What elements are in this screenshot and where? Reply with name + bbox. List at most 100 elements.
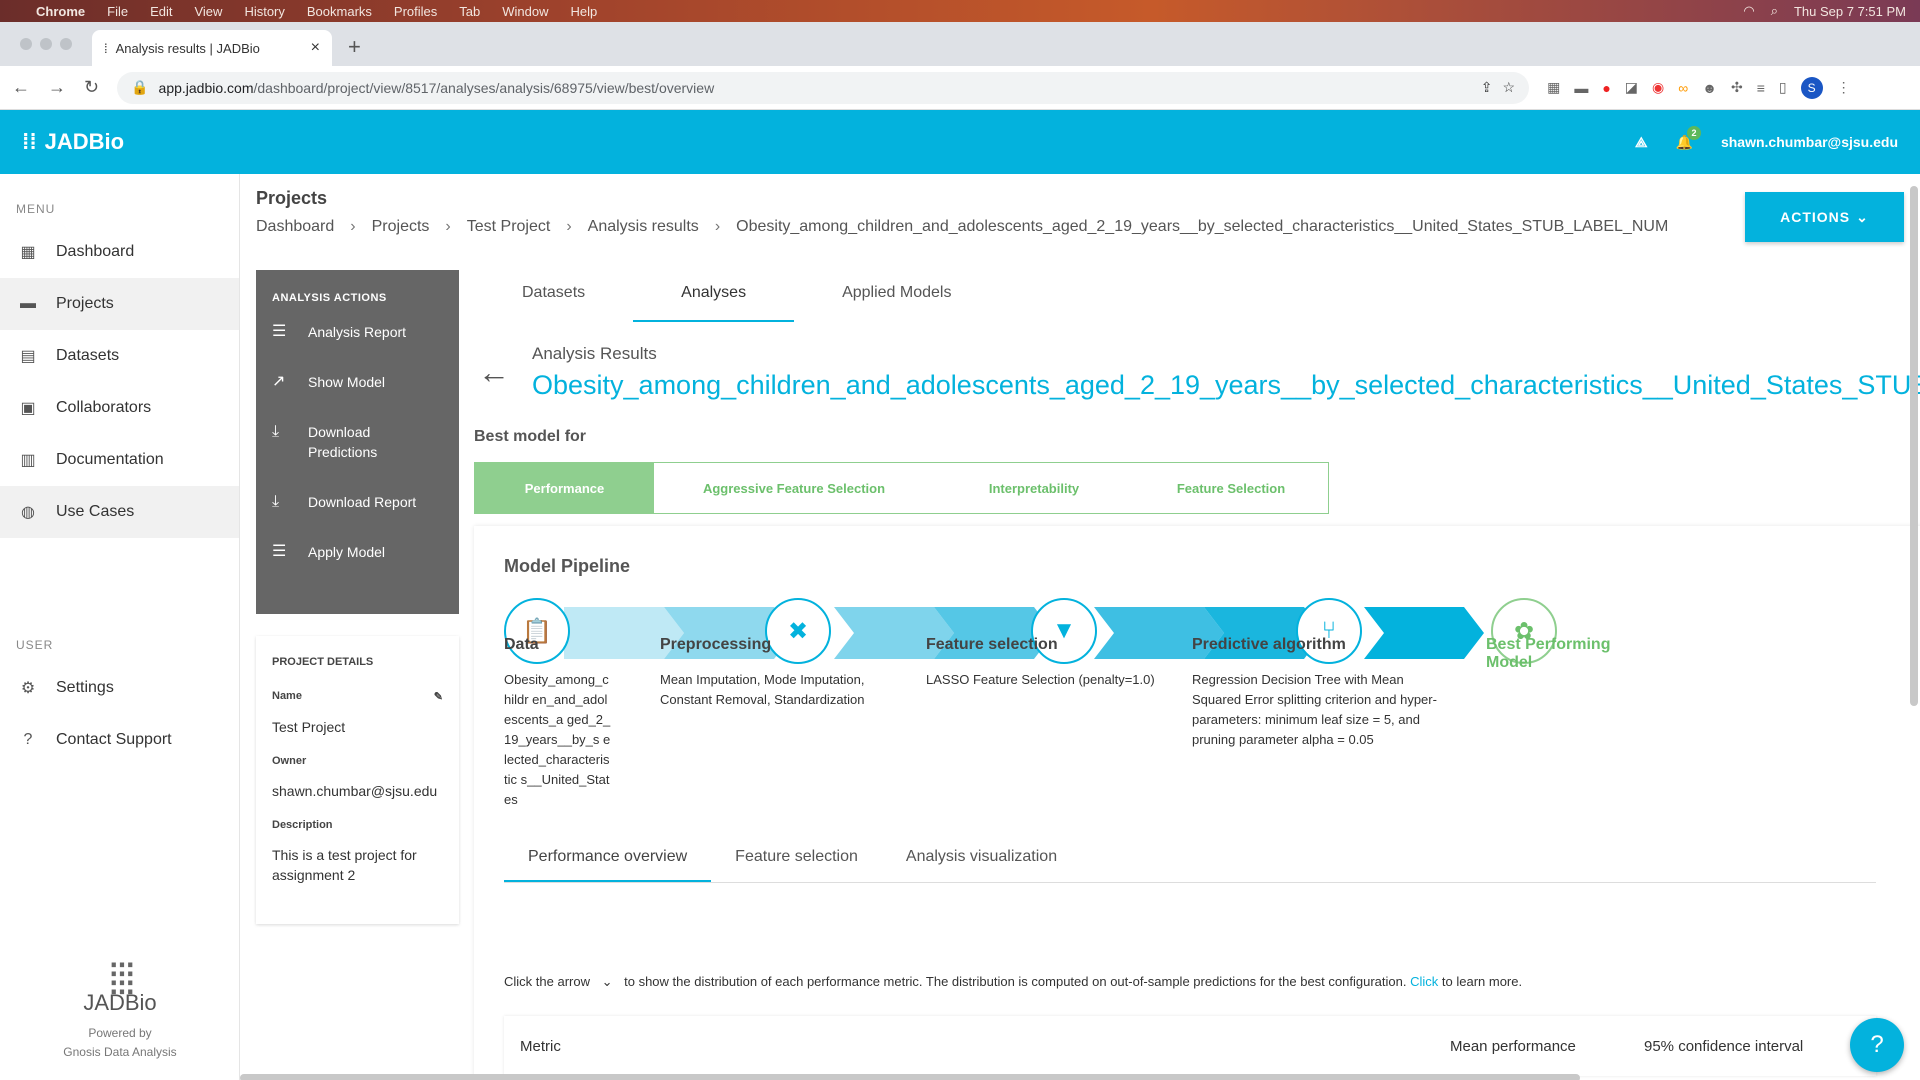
download-predictions-button[interactable]: ⤓ Download Predictions	[272, 422, 443, 462]
book-icon: ▥	[20, 452, 36, 469]
learn-more-link[interactable]: Click	[1410, 974, 1438, 989]
reading-list-icon[interactable]: ≡	[1757, 80, 1765, 96]
help-chat-button[interactable]: ?	[1850, 1018, 1904, 1072]
tab-analyses[interactable]: Analyses	[633, 274, 795, 322]
action-label: Download Report	[308, 494, 417, 510]
sidebar-item-dashboard[interactable]: ▦ Dashboard	[0, 226, 239, 278]
menu-section-label: MENU	[16, 202, 56, 216]
user-email[interactable]: shawn.chumbar@sjsu.edu	[1721, 134, 1898, 150]
tab-applied-models[interactable]: Applied Models	[794, 274, 999, 322]
chevron-right-icon: ›	[566, 218, 572, 235]
share-icon[interactable]: ⇪	[1481, 79, 1493, 96]
download-report-button[interactable]: ⤓ Download Report	[272, 492, 443, 512]
new-tab-icon[interactable]: +	[348, 34, 361, 60]
tab-feature-selection[interactable]: Feature selection	[711, 848, 882, 882]
url-path: /dashboard/project/view/8517/analyses/an…	[253, 79, 715, 96]
criteria-interpretability[interactable]: Interpretability	[934, 463, 1134, 513]
best-model-for-label: Best model for	[474, 428, 587, 445]
extension-icon[interactable]: ▬	[1574, 80, 1588, 96]
browser-tab[interactable]: ⁞ Analysis results | JADBio ×	[92, 30, 332, 66]
menu-kebab-icon[interactable]: ⋮	[1837, 79, 1851, 96]
horizontal-scrollbar[interactable]	[240, 1074, 1580, 1080]
sidepanel-icon[interactable]: ▯	[1779, 79, 1787, 96]
window-controls[interactable]	[20, 38, 72, 50]
os-menu-chrome[interactable]: Chrome	[36, 4, 85, 19]
browser-toolbar: ← → ↻ 🔒 app.jadbio.com/dashboard/project…	[0, 66, 1920, 110]
profile-avatar[interactable]: S	[1800, 76, 1823, 99]
breadcrumb-dashboard[interactable]: Dashboard	[256, 218, 334, 236]
back-icon[interactable]: ←	[12, 77, 30, 98]
os-menu-bookmarks[interactable]: Bookmarks	[307, 4, 372, 19]
os-menu-tab[interactable]: Tab	[459, 4, 480, 19]
os-menu-help[interactable]: Help	[571, 4, 598, 19]
criteria-feature-selection[interactable]: Feature Selection	[1134, 463, 1328, 513]
jadbio-logo[interactable]: ⁞⁞ JADBio	[22, 129, 124, 155]
analysis-results-header: Analysis Results	[532, 344, 657, 363]
bookmark-star-icon[interactable]: ☆	[1503, 79, 1516, 96]
back-arrow-icon[interactable]: ←	[478, 354, 510, 391]
wifi-icon[interactable]: ◠	[1743, 3, 1754, 19]
action-label: Analysis Report	[308, 324, 407, 340]
extension-icon[interactable]: ▦	[1547, 79, 1560, 96]
breadcrumb-analysis-results[interactable]: Analysis results	[588, 218, 699, 236]
criteria-aggressive-feature-selection[interactable]: Aggressive Feature Selection	[654, 463, 934, 513]
address-bar[interactable]: 🔒 app.jadbio.com/dashboard/project/view/…	[117, 71, 1530, 104]
project-owner: shawn.chumbar@sjsu.edu	[272, 783, 438, 799]
os-menu-profiles[interactable]: Profiles	[394, 4, 437, 19]
trend-icon: ↗	[272, 373, 286, 390]
os-menu-history[interactable]: History	[244, 4, 284, 19]
vertical-scrollbar[interactable]	[1910, 186, 1918, 706]
step-desc: LASSO Feature Selection (penalty=1.0)	[926, 672, 1155, 687]
notifications-bell-icon[interactable]: 🔔 2	[1676, 125, 1701, 151]
tab-performance-overview[interactable]: Performance overview	[504, 848, 712, 882]
apply-model-button[interactable]: ☰ Apply Model	[272, 542, 443, 562]
sidebar-item-documentation[interactable]: ▥ Documentation	[0, 434, 239, 486]
extension-icon[interactable]: ●	[1602, 80, 1610, 96]
extension-icon[interactable]: ∞	[1678, 80, 1688, 96]
os-menu-view[interactable]: View	[194, 4, 222, 19]
breadcrumb-projects[interactable]: Projects	[372, 218, 430, 236]
clock[interactable]: Thu Sep 7 7:51 PM	[1794, 4, 1906, 19]
step-title: Best Performing Model	[1486, 636, 1611, 671]
breadcrumb-test-project[interactable]: Test Project	[467, 218, 551, 236]
sidebar-item-collaborators[interactable]: ▣ Collaborators	[0, 382, 239, 434]
actions-button[interactable]: ACTIONS ⌄	[1745, 192, 1904, 242]
url-host: app.jadbio.com	[158, 79, 254, 96]
close-tab-icon[interactable]: ×	[311, 39, 320, 57]
extension-icon[interactable]: ☻	[1702, 80, 1717, 96]
edit-pencil-icon[interactable]: ✎	[434, 690, 443, 703]
info-text: Click the arrow ⌄ to show the distributi…	[504, 974, 1522, 990]
extension-icon[interactable]: ◉	[1652, 79, 1664, 96]
os-menu-file[interactable]: File	[107, 4, 128, 19]
analysis-report-button[interactable]: ☰ Analysis Report	[272, 322, 443, 342]
sidebar-item-datasets[interactable]: ▤ Datasets	[0, 330, 239, 382]
sidebar-item-settings[interactable]: ⚙ Settings	[0, 662, 239, 714]
info-post: to learn more.	[1441, 974, 1523, 989]
step-desc: Obesity_among_childr en_and_adolescents_…	[504, 672, 611, 807]
col-mean-performance: Mean performance	[1450, 1038, 1576, 1055]
os-menu-edit[interactable]: Edit	[150, 4, 172, 19]
tab-analysis-visualization[interactable]: Analysis visualization	[882, 848, 1081, 882]
step-desc: Mean Imputation, Mode Imputation, Consta…	[660, 672, 865, 707]
reload-icon[interactable]: ↻	[84, 77, 99, 98]
criteria-performance[interactable]: Performance	[475, 463, 654, 513]
forward-icon[interactable]: →	[48, 77, 66, 98]
criteria-tabs: Performance Aggressive Feature Selection…	[474, 462, 1329, 514]
extension-icon[interactable]: ◪	[1625, 79, 1638, 96]
action-label: Show Model	[308, 374, 386, 390]
show-model-button[interactable]: ↗ Show Model	[272, 372, 443, 392]
search-icon[interactable]: ⌕	[1771, 3, 1778, 19]
sidebar-item-contact-support[interactable]: ? Contact Support	[0, 714, 239, 766]
brand-name: JADBio	[83, 990, 157, 1015]
jadbio-mark-icon: ⁞⁞⁞	[107, 955, 137, 1004]
filter-icon: ▼	[1031, 598, 1097, 664]
user-section-label: USER	[16, 638, 54, 652]
sidebar-item-projects[interactable]: ▬ Projects	[0, 278, 239, 330]
globe-icon: ◍	[21, 504, 35, 521]
dashboard-icon: ▦	[20, 244, 36, 261]
os-menu-window[interactable]: Window	[502, 4, 548, 19]
tab-datasets[interactable]: Datasets	[474, 274, 633, 322]
rocket-icon[interactable]: ⟁	[1635, 134, 1648, 151]
puzzle-icon[interactable]: ✣	[1731, 79, 1743, 96]
sidebar-item-use-cases[interactable]: ◍ Use Cases	[0, 486, 239, 538]
